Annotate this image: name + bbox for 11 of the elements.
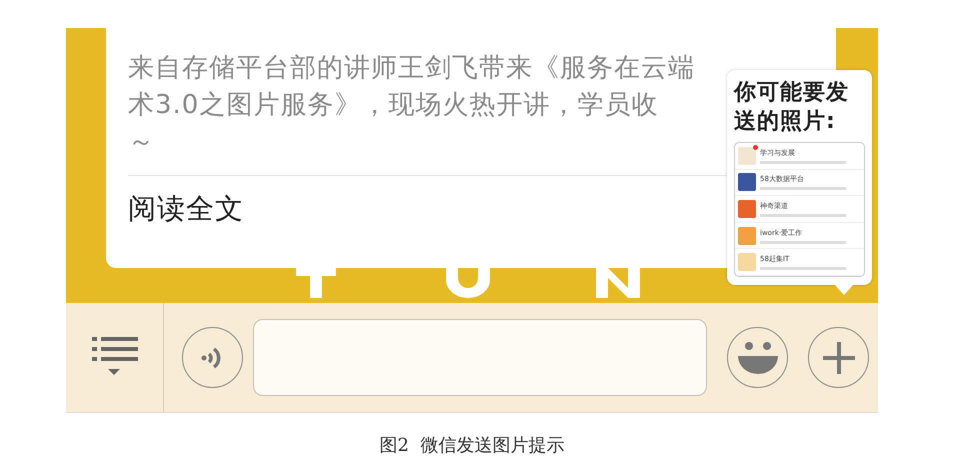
voice-button[interactable] [182,327,243,388]
message-input[interactable] [253,319,707,396]
emoji-button[interactable] [727,327,788,388]
plus-icon [820,340,856,376]
article-text: 术3.0之图片服务》，现场火热开讲，学员收 [128,89,658,122]
popup-title: 你可能要发送的照片: [734,79,850,136]
article-text: ～ [128,126,155,159]
popup-tail [834,284,854,296]
article-text: 来自存储平台部的讲师王剑飞带来《服务在云端 [128,52,695,85]
add-button[interactable] [808,327,869,388]
figure-caption: 图2 微信发送图片提示 [378,434,566,457]
